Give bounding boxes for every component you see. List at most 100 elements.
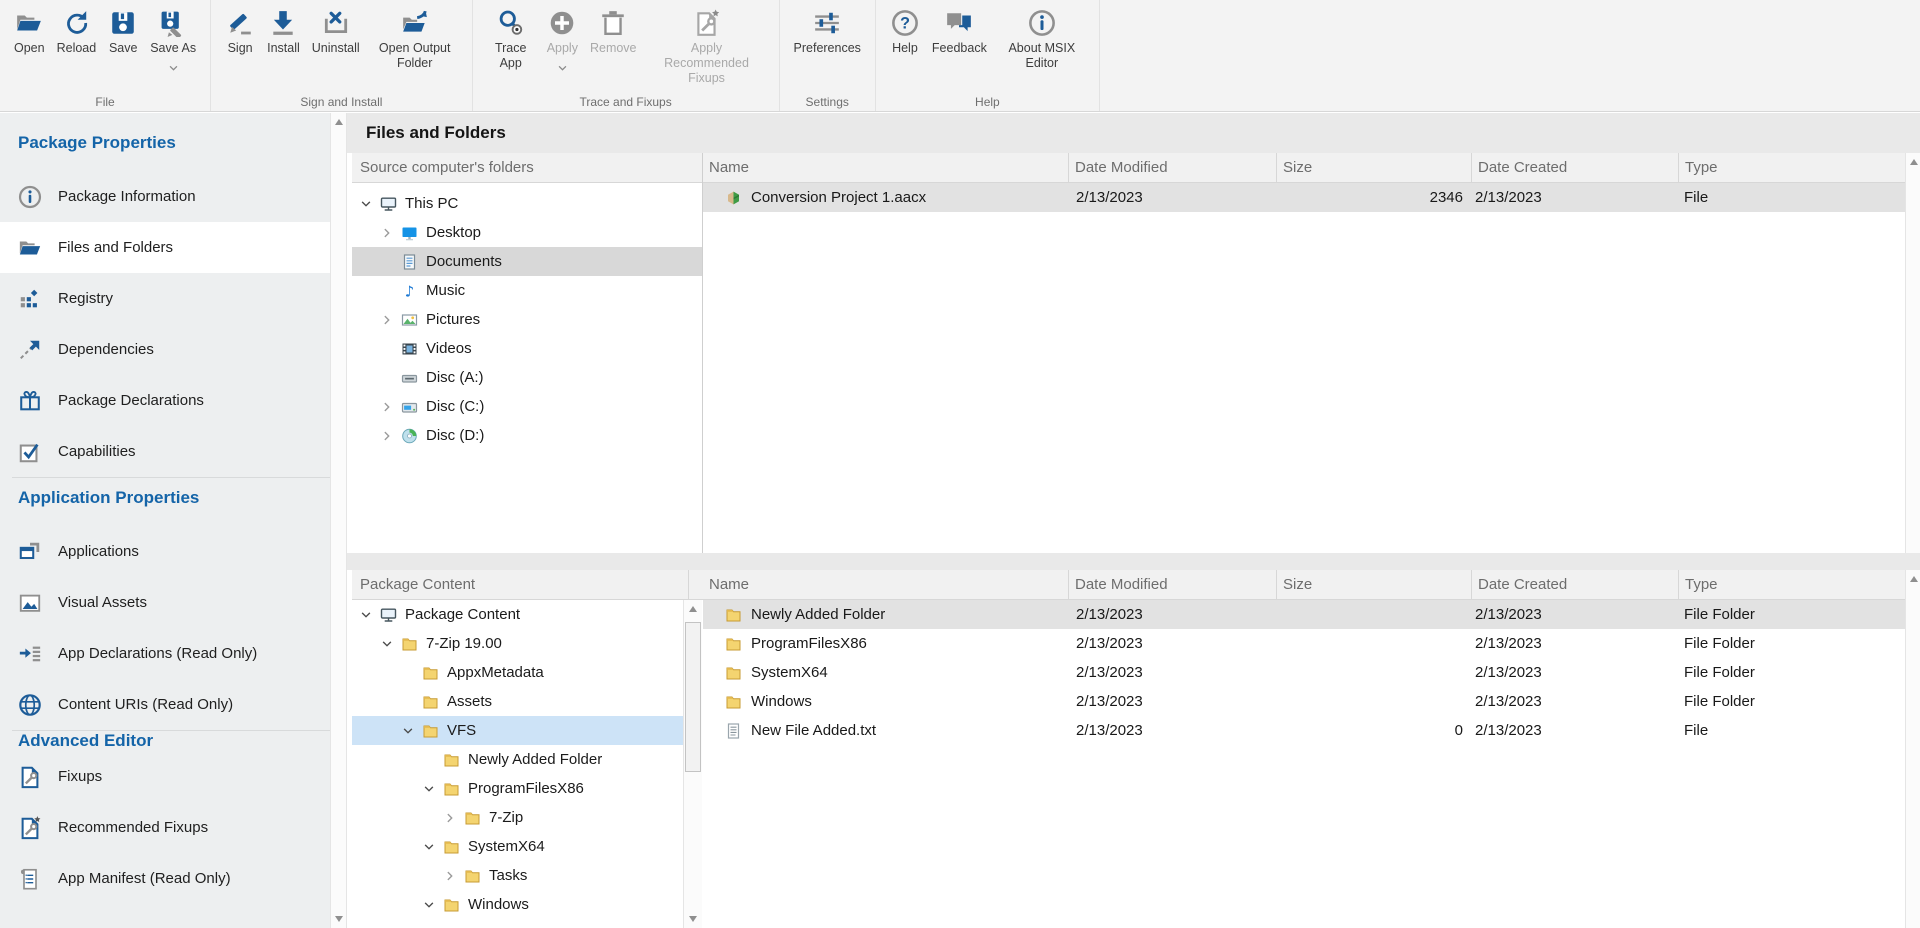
filesfolders-icon [18,236,42,260]
preferences-button[interactable]: Preferences [788,5,867,59]
column-header-date-created[interactable]: Date Created [1471,153,1678,182]
tree-item-disc-a[interactable]: Disc (A:) [352,363,702,392]
help-button[interactable]: ?Help [884,5,926,59]
cell-size: 2346 [1276,183,1471,212]
open-button[interactable]: Open [8,5,51,59]
chevron-right-icon[interactable] [381,401,401,413]
tree-item-this-pc[interactable]: This PC [352,189,702,218]
tree-item-videos[interactable]: Videos [352,334,702,363]
scroll-up-arrow-icon[interactable] [689,606,697,612]
tree-item-newly-added-folder[interactable]: Newly Added Folder [352,745,688,774]
chevron-right-icon[interactable] [381,314,401,326]
file-row-new-file-added-txt[interactable]: New File Added.txt2/13/202302/13/2023Fil… [703,716,1905,745]
apply-recommended-fixups-button[interactable]: Apply Recommended Fixups [643,5,771,89]
column-header-size[interactable]: Size [1276,153,1471,182]
tree-item-7-zip[interactable]: 7-Zip [352,803,688,832]
sidebar-item-visual-assets[interactable]: Visual Assets [0,577,330,628]
chevron-right-icon[interactable] [444,870,464,882]
chevron-right-icon[interactable] [381,430,401,442]
sidebar-item-capabilities[interactable]: Capabilities [0,426,330,477]
tree-item-documents[interactable]: Documents [352,247,702,276]
feedback-button[interactable]: Feedback [926,5,993,59]
tree-item-package-content[interactable]: Package Content [352,600,688,629]
sidebar-item-recommended-fixups[interactable]: Recommended Fixups [0,802,330,853]
tree-item-disc-d[interactable]: Disc (D:) [352,421,702,450]
column-header-name[interactable]: Name [703,570,1068,599]
file-row-newly-added-folder[interactable]: Newly Added Folder2/13/20232/13/2023File… [703,600,1905,629]
file-row-programfilesx86[interactable]: ProgramFilesX862/13/20232/13/2023File Fo… [703,629,1905,658]
tree-item-tasks[interactable]: Tasks [352,861,688,890]
chevron-down-icon[interactable] [381,638,401,650]
source-folders-header[interactable]: Source computer's folders [352,153,702,183]
tree-item-appxmetadata[interactable]: AppxMetadata [352,658,688,687]
chevron-right-icon[interactable] [444,812,464,824]
tree-item-music[interactable]: ♪Music [352,276,702,305]
source-files-scrollbar[interactable] [1905,153,1920,553]
tree-item-7-zip-19-00[interactable]: 7-Zip 19.00 [352,629,688,658]
install-button[interactable]: Install [261,5,306,59]
scroll-up-arrow-icon[interactable] [1910,159,1918,165]
open-output-folder-button[interactable]: Open Output Folder [366,5,464,74]
column-header-name[interactable]: Name [703,153,1068,182]
tree-item-pictures[interactable]: Pictures [352,305,702,334]
sidebar-item-dependencies[interactable]: Dependencies [0,324,330,375]
sidebar-item-package-information[interactable]: Package Information [0,171,330,222]
scroll-up-arrow-icon[interactable] [1910,576,1918,582]
sidebar-item-registry[interactable]: Registry [0,273,330,324]
column-header-type[interactable]: Type [1678,570,1905,599]
chevron-down-icon[interactable] [360,609,380,621]
tree-item-systemx64[interactable]: SystemX64 [352,832,688,861]
file-row-systemx64[interactable]: SystemX642/13/20232/13/2023File Folder [703,658,1905,687]
sidebar-item-package-declarations[interactable]: Package Declarations [0,375,330,426]
tree-item-label: Music [426,282,471,299]
sidebar-item-content-uris-read-only[interactable]: Content URIs (Read Only) [0,679,330,730]
package-tree-scrollbar[interactable] [683,600,702,928]
column-header-date-modified[interactable]: Date Modified [1068,570,1276,599]
tree-item-programfilesx86[interactable]: ProgramFilesX86 [352,774,688,803]
save-button[interactable]: Save [102,5,144,59]
column-header-type[interactable]: Type [1678,153,1905,182]
chevron-down-icon[interactable] [402,725,422,737]
tree-item-assets[interactable]: Assets [352,687,688,716]
column-header-date-created[interactable]: Date Created [1471,570,1678,599]
about-msix-editor-button[interactable]: About MSIX Editor [993,5,1091,74]
scroll-up-arrow-icon[interactable] [335,119,343,125]
tree-item-vfs[interactable]: VFS [352,716,688,745]
sign-button[interactable]: Sign [219,5,261,59]
tree-item-disc-c[interactable]: Disc (C:) [352,392,702,421]
chevron-down-icon[interactable] [423,783,443,795]
sidebar-item-files-and-folders[interactable]: Files and Folders [0,222,330,273]
remove-button[interactable]: Remove [584,5,643,59]
sidebar-item-app-manifest-read-only[interactable]: App Manifest (Read Only) [0,853,330,904]
chevron-down-icon[interactable] [423,841,443,853]
scroll-down-arrow-icon[interactable] [689,916,697,922]
svg-text:?: ? [900,15,910,33]
trace-app-button[interactable]: Trace App [481,5,541,74]
file-name: Newly Added Folder [751,600,885,629]
uninstall-button[interactable]: Uninstall [306,5,366,59]
tree-item-desktop[interactable]: Desktop [352,218,702,247]
column-header-date-modified[interactable]: Date Modified [1068,153,1276,182]
sidebar-scrollbar[interactable] [330,113,347,928]
sidebar-item-app-declarations-read-only[interactable]: App Declarations (Read Only) [0,628,330,679]
scroll-down-arrow-icon[interactable] [335,916,343,922]
chevron-down-icon[interactable] [558,58,567,76]
file-row-windows[interactable]: Windows2/13/20232/13/2023File Folder [703,687,1905,716]
sidebar-item-applications[interactable]: Applications [0,526,330,577]
package-files-scrollbar[interactable] [1905,570,1920,928]
package-content-header[interactable]: Package Content [352,570,707,600]
sidebar-item-fixups[interactable]: Fixups [0,751,330,802]
pane-splitter[interactable] [347,553,1920,570]
apply-button[interactable]: Apply [541,5,584,79]
save-as-button[interactable]: Save As [144,5,202,79]
reload-button[interactable]: Reload [51,5,103,59]
uninstall-icon [321,8,351,38]
chevron-down-icon[interactable] [423,899,443,911]
chevron-down-icon[interactable] [360,198,380,210]
scrollbar-thumb[interactable] [685,622,701,772]
chevron-right-icon[interactable] [381,227,401,239]
column-header-size[interactable]: Size [1276,570,1471,599]
file-row-conversion-project-1-aacx[interactable]: Conversion Project 1.aacx2/13/202323462/… [703,183,1905,212]
tree-item-windows[interactable]: Windows [352,890,688,919]
chevron-down-icon[interactable] [169,58,178,76]
